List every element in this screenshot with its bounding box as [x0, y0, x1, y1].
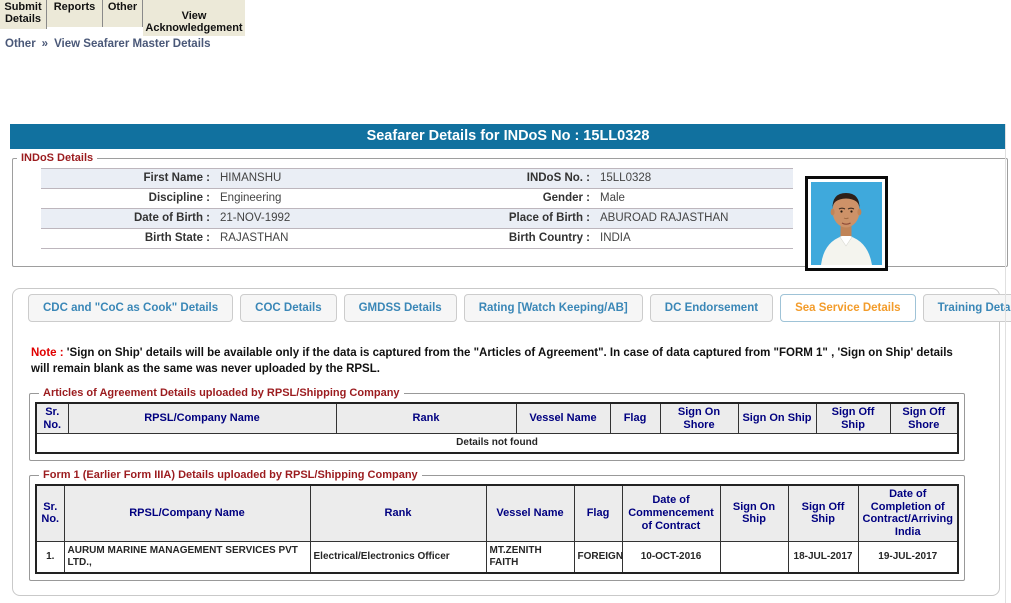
breadcrumb: Other » View Seafarer Master Details — [5, 38, 210, 50]
column-header-flag: Flag — [574, 485, 622, 541]
indos-row: Discipline : Engineering Gender : Male — [41, 189, 793, 209]
column-header-sign-off-ship: Sign Off Ship — [816, 403, 890, 434]
date-of-birth-value: 21-NOV-1992 — [219, 209, 429, 228]
column-header-rpsl-company-name: RPSL/Company Name — [64, 485, 310, 541]
cell-vessel-name: MT.ZENITH FAITH — [486, 541, 574, 573]
cell-sign-on-ship — [720, 541, 788, 573]
column-header-sr-no: Sr. No. — [36, 485, 64, 541]
note-prefix: Note : — [31, 347, 64, 359]
page-right-edge-line — [1005, 124, 1006, 603]
breadcrumb-current: View Seafarer Master Details — [54, 38, 210, 50]
menu-item-other[interactable]: Other — [103, 0, 143, 27]
birth-country-label: Birth Country : — [429, 229, 599, 248]
column-header-date-of-completion: Date of Completion of Contract/Arriving … — [858, 485, 958, 541]
articles-of-agreement-legend: Articles of Agreement Details uploaded b… — [39, 387, 404, 399]
indos-row: First Name : HIMANSHU INDoS No. : 15LL03… — [41, 168, 793, 189]
column-header-vessel-name: Vessel Name — [486, 485, 574, 541]
articles-header-row: Sr. No. RPSL/Company Name Rank Vessel Na… — [36, 403, 958, 434]
tab-row: CDC and "CoC as Cook" Details COC Detail… — [28, 294, 1011, 322]
cell-rank: Electrical/Electronics Officer — [310, 541, 486, 573]
tab-coc-details[interactable]: COC Details — [240, 294, 336, 322]
page-title: Seafarer Details for INDoS No : 15LL0328 — [10, 124, 1006, 149]
column-header-sign-on-ship: Sign On Ship — [738, 403, 816, 434]
column-header-sign-on-shore: Sign On Shore — [660, 403, 738, 434]
articles-empty-row: Details not found — [36, 434, 958, 454]
tab-training-details[interactable]: Training Details — [923, 294, 1011, 322]
column-header-sr-no: Sr. No. — [36, 403, 68, 434]
tab-cdc-coc-as-cook-details[interactable]: CDC and "CoC as Cook" Details — [28, 294, 233, 322]
indos-details-fieldset: INDoS Details First Name : HIMANSHU INDo… — [12, 152, 1008, 267]
birth-country-value: INDIA — [599, 229, 793, 248]
indos-no-label: INDoS No. : — [429, 169, 599, 188]
first-name-value: HIMANSHU — [219, 169, 429, 188]
indos-details-legend: INDoS Details — [17, 152, 97, 164]
place-of-birth-value: ABUROAD RAJASTHAN — [599, 209, 793, 228]
tab-gmdss-details[interactable]: GMDSS Details — [344, 294, 457, 322]
form1-details-table: Sr. No. RPSL/Company Name Rank Vessel Na… — [35, 484, 959, 574]
gender-label: Gender : — [429, 189, 599, 208]
column-header-rank: Rank — [310, 485, 486, 541]
seafarer-photo-image — [811, 182, 882, 265]
articles-of-agreement-fieldset: Articles of Agreement Details uploaded b… — [29, 387, 965, 461]
seafarer-tab-panel: CDC and "CoC as Cook" Details COC Detail… — [12, 288, 1000, 596]
indos-no-value: 15LL0328 — [599, 169, 793, 188]
birth-state-value: RAJASTHAN — [219, 229, 429, 248]
cell-date-of-commencement: 10-OCT-2016 — [622, 541, 720, 573]
date-of-birth-label: Date of Birth : — [41, 209, 219, 228]
main-menu-bar: Submit Details Reports Other View Acknow… — [0, 0, 245, 36]
cell-date-of-completion: 19-JUL-2017 — [858, 541, 958, 573]
column-header-rpsl-company-name: RPSL/Company Name — [68, 403, 336, 434]
column-header-sign-off-ship: Sign Off Ship — [788, 485, 858, 541]
note-body: 'Sign on Ship' details will be available… — [31, 347, 953, 375]
articles-of-agreement-table: Sr. No. RPSL/Company Name Rank Vessel Na… — [35, 402, 959, 454]
breadcrumb-separator: » — [42, 38, 48, 50]
menu-item-view-acknowledgement[interactable]: View Acknowledgement — [143, 0, 245, 36]
tab-rating-watch-keeping-ab[interactable]: Rating [Watch Keeping/AB] — [464, 294, 643, 322]
breadcrumb-root[interactable]: Other — [5, 38, 36, 50]
indos-row: Date of Birth : 21-NOV-1992 Place of Bir… — [41, 209, 793, 229]
cell-sr-no: 1. — [36, 541, 64, 573]
form1-details-legend: Form 1 (Earlier Form IIIA) Details uploa… — [39, 469, 422, 481]
cell-rpsl-company-name: AURUM MARINE MANAGEMENT SERVICES PVT LTD… — [64, 541, 310, 573]
discipline-label: Discipline : — [41, 189, 219, 208]
column-header-rank: Rank — [336, 403, 516, 434]
birth-state-label: Birth State : — [41, 229, 219, 248]
cell-flag: FOREIGN — [574, 541, 622, 573]
menu-item-reports[interactable]: Reports — [47, 0, 103, 27]
cell-sign-off-ship: 18-JUL-2017 — [788, 541, 858, 573]
discipline-value: Engineering — [219, 189, 429, 208]
form1-details-fieldset: Form 1 (Earlier Form IIIA) Details uploa… — [29, 469, 965, 581]
indos-details-grid: First Name : HIMANSHU INDoS No. : 15LL03… — [41, 168, 793, 249]
form1-data-row: 1. AURUM MARINE MANAGEMENT SERVICES PVT … — [36, 541, 958, 573]
tab-sea-service-details[interactable]: Sea Service Details — [780, 294, 916, 322]
first-name-label: First Name : — [41, 169, 219, 188]
details-not-found-message: Details not found — [36, 434, 958, 454]
column-header-date-of-commencement: Date of Commencement of Contract — [622, 485, 720, 541]
gender-value: Male — [599, 189, 793, 208]
column-header-sign-off-shore: Sign Off Shore — [890, 403, 958, 434]
tab-dc-endorsement[interactable]: DC Endorsement — [650, 294, 773, 322]
indos-row: Birth State : RAJASTHAN Birth Country : … — [41, 229, 793, 249]
column-header-flag: Flag — [610, 403, 660, 434]
form1-header-row: Sr. No. RPSL/Company Name Rank Vessel Na… — [36, 485, 958, 541]
menu-item-submit-details[interactable]: Submit Details — [0, 0, 47, 29]
column-header-vessel-name: Vessel Name — [516, 403, 610, 434]
seafarer-photo — [805, 176, 888, 271]
sign-on-ship-note: Note : 'Sign on Ship' details will be av… — [31, 346, 974, 377]
column-header-sign-on-ship: Sign On Ship — [720, 485, 788, 541]
place-of-birth-label: Place of Birth : — [429, 209, 599, 228]
